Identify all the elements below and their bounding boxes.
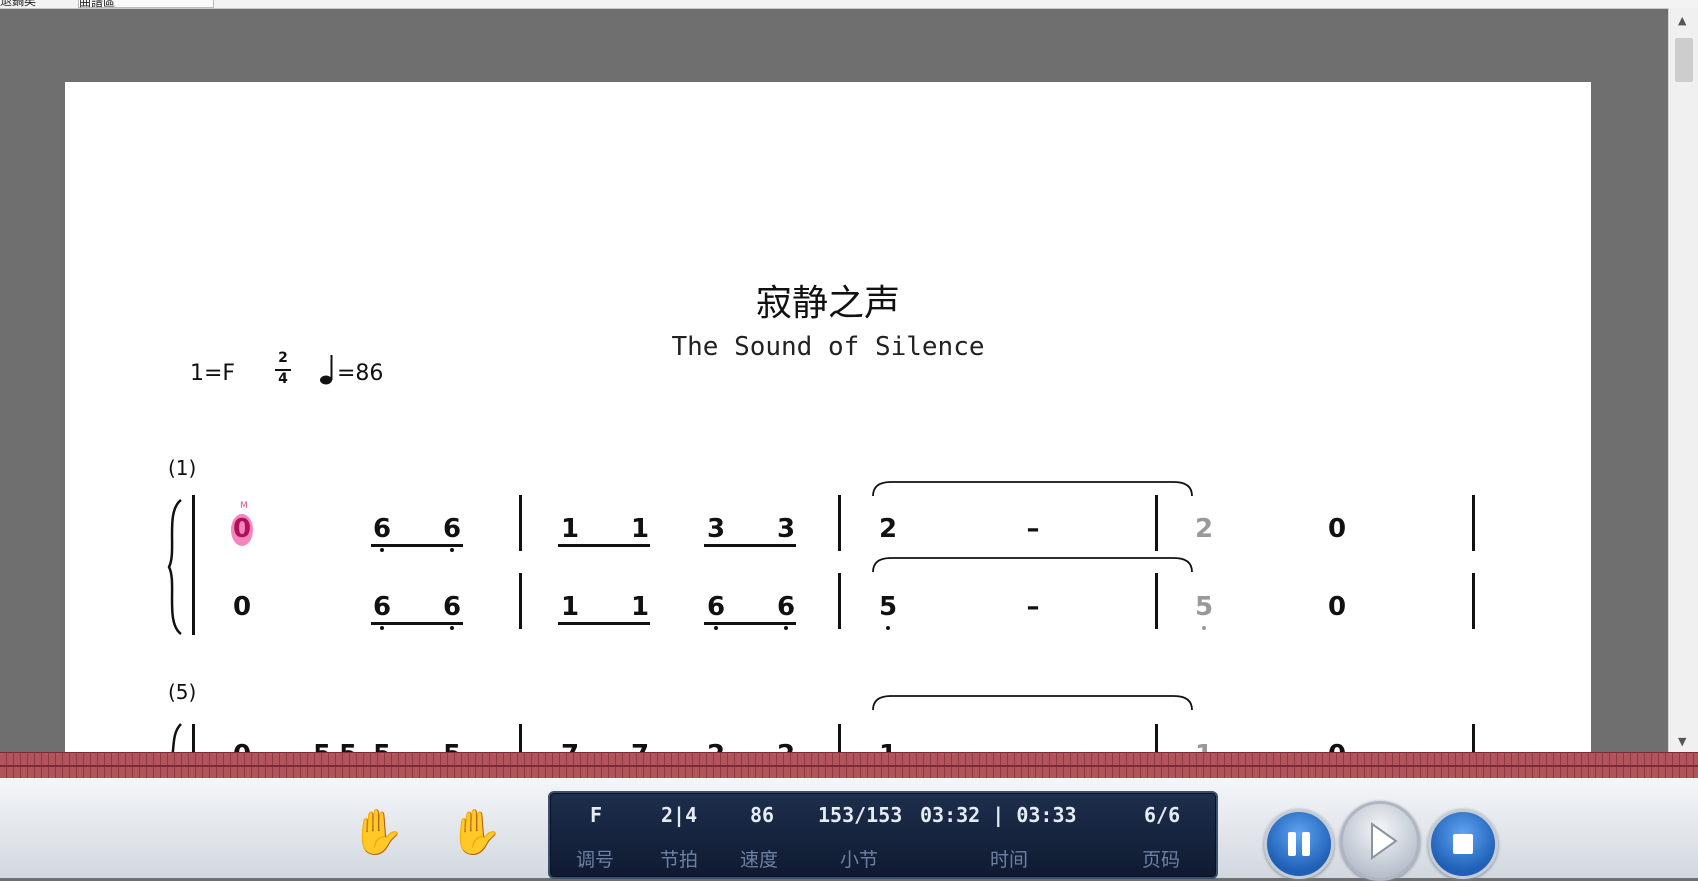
barline <box>1155 495 1158 551</box>
note[interactable]: 5 <box>873 592 903 622</box>
measure-label: 小节 <box>840 849 879 871</box>
beat-value: 2|4 <box>661 803 698 827</box>
scroll-up-icon[interactable]: ▲ <box>1678 14 1686 27</box>
note[interactable]: 1 <box>625 514 655 544</box>
score-lines <box>167 481 1193 762</box>
key-label: 调号 <box>576 849 615 871</box>
tempo-value: 86 <box>750 803 775 827</box>
time-value: 03:32 | 03:33 <box>920 803 1077 827</box>
tab-score[interactable]: 曲譜區 <box>78 0 214 8</box>
octave-dot <box>450 548 454 552</box>
note[interactable]: 5 <box>1189 592 1219 622</box>
note[interactable]: 3 <box>771 514 801 544</box>
note[interactable]: 2 <box>873 514 903 544</box>
status-panel: F 2|4 86 153/153 03:32 | 03:33 6/6 调号 节拍… <box>548 791 1218 879</box>
octave-dot <box>450 626 454 630</box>
pause-button[interactable] <box>1264 809 1334 879</box>
play-icon <box>1371 822 1398 860</box>
barline <box>519 573 522 629</box>
octave-dot <box>1202 626 1206 630</box>
note[interactable]: 0 <box>227 514 257 544</box>
score-page: 寂静之声 The Sound of Silence 1=F 2 4 =86 (1… <box>65 82 1591 762</box>
vertical-scrollbar[interactable]: ▲ ▼ <box>1668 8 1698 752</box>
tab-bookmarks[interactable]: 退鍋矣 <box>0 0 36 8</box>
note[interactable]: 2 <box>1189 514 1219 544</box>
measure-value: 153/153 <box>818 803 903 827</box>
note[interactable]: 6 <box>367 514 397 544</box>
tempo-label: 速度 <box>740 849 779 871</box>
slur-row2 <box>872 695 1193 711</box>
stop-button[interactable] <box>1428 809 1498 879</box>
beam <box>558 622 650 625</box>
player-controls: ✋ ✋ F 2|4 86 153/153 03:32 | 03:33 6/6 调… <box>0 778 1698 881</box>
stop-icon <box>1453 834 1473 854</box>
beam <box>371 544 463 547</box>
note[interactable]: – <box>1018 514 1048 544</box>
key-value: F <box>590 803 603 827</box>
slur-upper <box>872 481 1193 497</box>
page-label: 页码 <box>1142 849 1181 871</box>
barline <box>1155 573 1158 629</box>
octave-dot <box>886 626 890 630</box>
highlight-mark: M <box>240 501 248 511</box>
note[interactable]: 6 <box>771 592 801 622</box>
beam <box>704 544 796 547</box>
octave-dot <box>380 626 384 630</box>
pause-icon <box>1288 832 1310 856</box>
barline <box>838 573 841 629</box>
note[interactable]: – <box>1018 592 1048 622</box>
ruler-band <box>0 752 1698 780</box>
scrollbar-thumb[interactable] <box>1675 38 1693 82</box>
play-button[interactable] <box>1340 801 1420 881</box>
barline-end <box>1472 573 1475 629</box>
scroll-down-icon[interactable]: ▼ <box>1678 735 1686 748</box>
note[interactable]: 6 <box>701 592 731 622</box>
beam <box>558 544 650 547</box>
octave-dot <box>714 626 718 630</box>
beam <box>704 622 796 625</box>
note[interactable]: 6 <box>367 592 397 622</box>
note[interactable]: 0 <box>1322 592 1352 622</box>
note[interactable]: 0 <box>227 592 257 622</box>
time-label: 时间 <box>990 849 1029 871</box>
octave-dot <box>380 548 384 552</box>
page-value: 6/6 <box>1144 803 1181 827</box>
tab-strip: 退鍋矣 曲譜區 <box>0 0 1698 9</box>
barline <box>519 495 522 551</box>
beat-label: 节拍 <box>660 849 699 871</box>
octave-dot <box>784 626 788 630</box>
left-hand-icon[interactable]: ✋ <box>448 808 503 858</box>
note[interactable]: 1 <box>555 592 585 622</box>
right-hand-icon[interactable]: ✋ <box>350 808 405 858</box>
note[interactable]: 0 <box>1322 514 1352 544</box>
note[interactable]: 6 <box>437 592 467 622</box>
beam <box>371 622 463 625</box>
barline <box>838 495 841 551</box>
note[interactable]: 1 <box>625 592 655 622</box>
note[interactable]: 1 <box>555 514 585 544</box>
barline-end <box>1472 495 1475 551</box>
barline-start <box>192 495 195 635</box>
note[interactable]: 6 <box>437 514 467 544</box>
slur-lower <box>872 557 1193 573</box>
note[interactable]: 3 <box>701 514 731 544</box>
